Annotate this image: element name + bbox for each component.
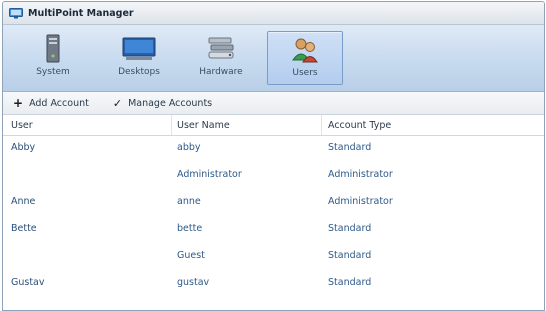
table-row[interactable]: Gustav gustav Standard <box>3 271 544 298</box>
manage-accounts-label: Manage Accounts <box>128 97 213 109</box>
tab-hardware[interactable]: Hardware <box>183 31 259 85</box>
toolbar: + Add Account ✓ Manage Accounts <box>3 92 544 115</box>
hardware-icon <box>205 33 237 65</box>
add-account-label: Add Account <box>29 97 89 109</box>
title-bar: MultiPoint Manager <box>3 2 544 25</box>
cell-account-type: Standard <box>328 142 372 153</box>
tab-system-label: System <box>36 67 70 77</box>
tab-desktops[interactable]: Desktops <box>101 31 177 85</box>
cell-account-type: Standard <box>328 223 372 234</box>
user-table-body: Abby abby Standard Administrator Adminis… <box>3 136 544 298</box>
manage-check-icon: ✓ <box>112 96 123 110</box>
cell-user: Abby <box>11 142 36 153</box>
users-icon <box>290 34 320 66</box>
table-row[interactable]: Abby abby Standard <box>3 136 544 163</box>
cell-account-type: Administrator <box>328 196 393 207</box>
multipoint-app-icon <box>9 7 23 18</box>
table-row[interactable]: Anne anne Administrator <box>3 190 544 217</box>
cell-user-name: Administrator <box>177 169 242 180</box>
tab-users-label: Users <box>292 68 318 78</box>
cell-user-name: abby <box>177 142 201 153</box>
cell-user-name: Guest <box>177 250 205 261</box>
cell-user-name: gustav <box>177 277 210 288</box>
monitor-icon <box>122 33 156 65</box>
cell-user: Bette <box>11 223 37 234</box>
window-title: MultiPoint Manager <box>28 7 134 19</box>
tab-desktops-label: Desktops <box>118 67 160 77</box>
app-window: MultiPoint Manager System Desktops Hardw… <box>2 1 545 311</box>
plus-icon: + <box>13 96 24 110</box>
table-header: User User Name Account Type <box>3 115 544 136</box>
cell-user-name: anne <box>177 196 201 207</box>
table-row[interactable]: Guest Standard <box>3 244 544 271</box>
column-header-account-type[interactable]: Account Type <box>328 120 391 131</box>
cell-account-type: Standard <box>328 277 372 288</box>
table-row[interactable]: Bette bette Standard <box>3 217 544 244</box>
tab-users[interactable]: Users <box>267 31 343 85</box>
server-icon <box>44 33 62 65</box>
cell-account-type: Administrator <box>328 169 393 180</box>
tab-system[interactable]: System <box>15 31 91 85</box>
cell-account-type: Standard <box>328 250 372 261</box>
column-divider[interactable] <box>321 115 322 135</box>
column-header-user-name[interactable]: User Name <box>177 120 230 131</box>
column-divider[interactable] <box>171 115 172 135</box>
column-header-user[interactable]: User <box>11 120 33 131</box>
table-row[interactable]: Administrator Administrator <box>3 163 544 190</box>
ribbon: System Desktops Hardware Users <box>3 25 544 92</box>
tab-hardware-label: Hardware <box>199 67 243 77</box>
add-account-button[interactable]: + Add Account <box>13 96 89 110</box>
cell-user: Anne <box>11 196 36 207</box>
cell-user: Gustav <box>11 277 45 288</box>
cell-user-name: bette <box>177 223 203 234</box>
manage-accounts-button[interactable]: ✓ Manage Accounts <box>113 97 212 110</box>
